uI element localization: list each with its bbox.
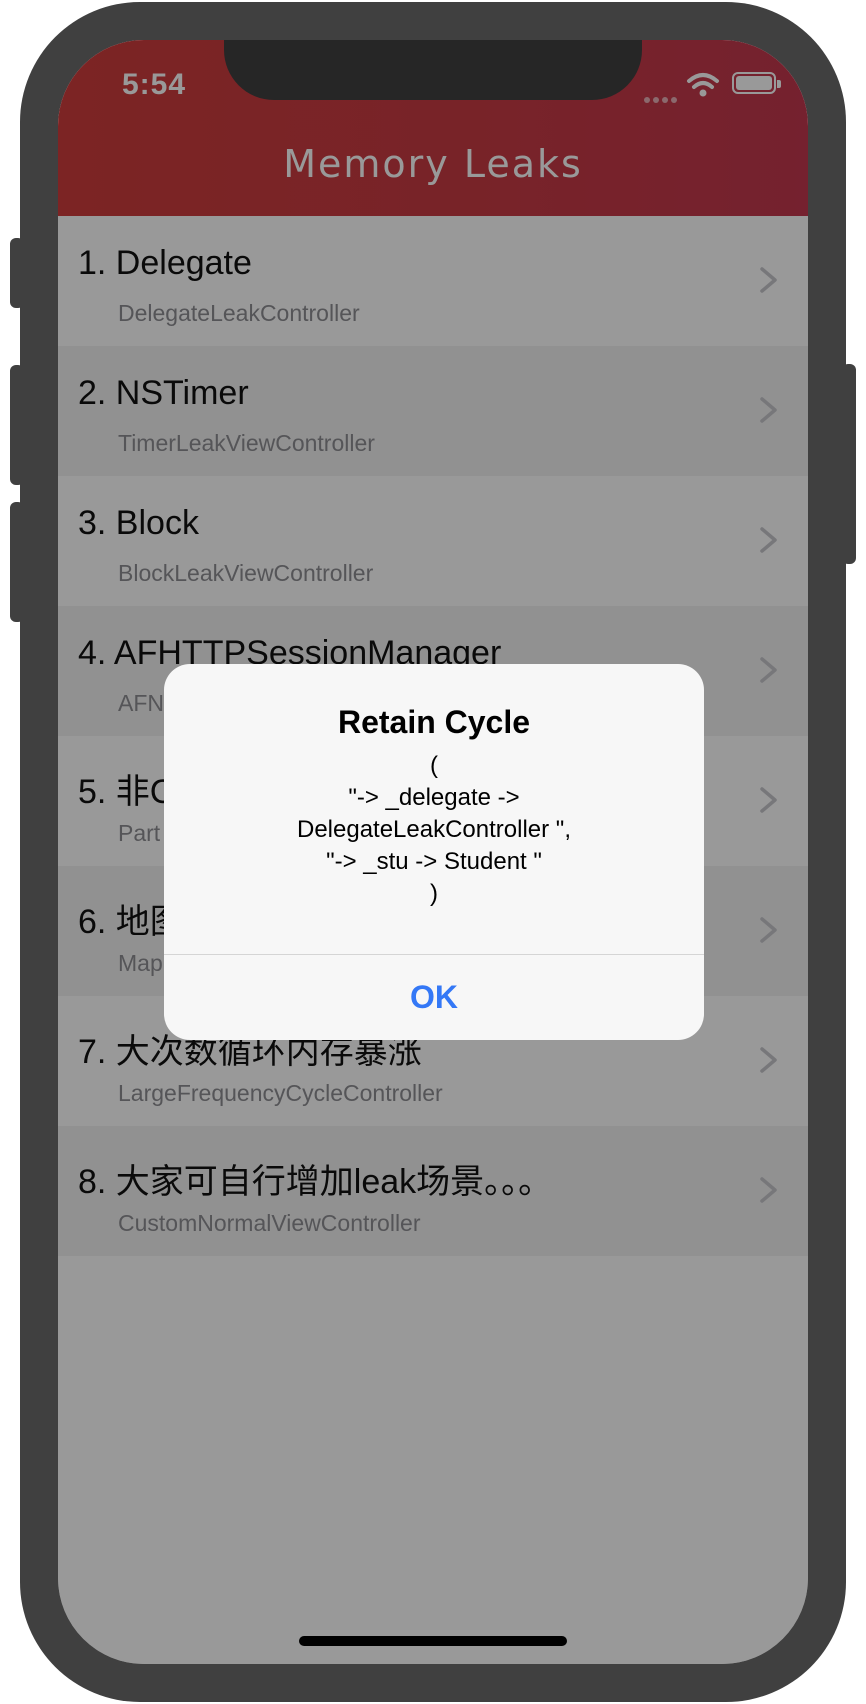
screen: 5:54 Memory Leaks 1. Delegate DelegateLe… xyxy=(58,40,808,1664)
power-button xyxy=(842,364,856,564)
home-indicator[interactable] xyxy=(299,1636,567,1646)
ok-button[interactable]: OK xyxy=(164,955,704,1040)
alert-message: ( "-> _delegate -> DelegateLeakControlle… xyxy=(296,752,571,907)
volume-up-button xyxy=(10,365,24,485)
mute-switch xyxy=(10,238,24,308)
volume-down-button xyxy=(10,502,24,622)
alert-dialog: Retain Cycle ( "-> _delegate -> Delegate… xyxy=(164,664,704,1040)
alert-title: Retain Cycle xyxy=(337,704,531,740)
